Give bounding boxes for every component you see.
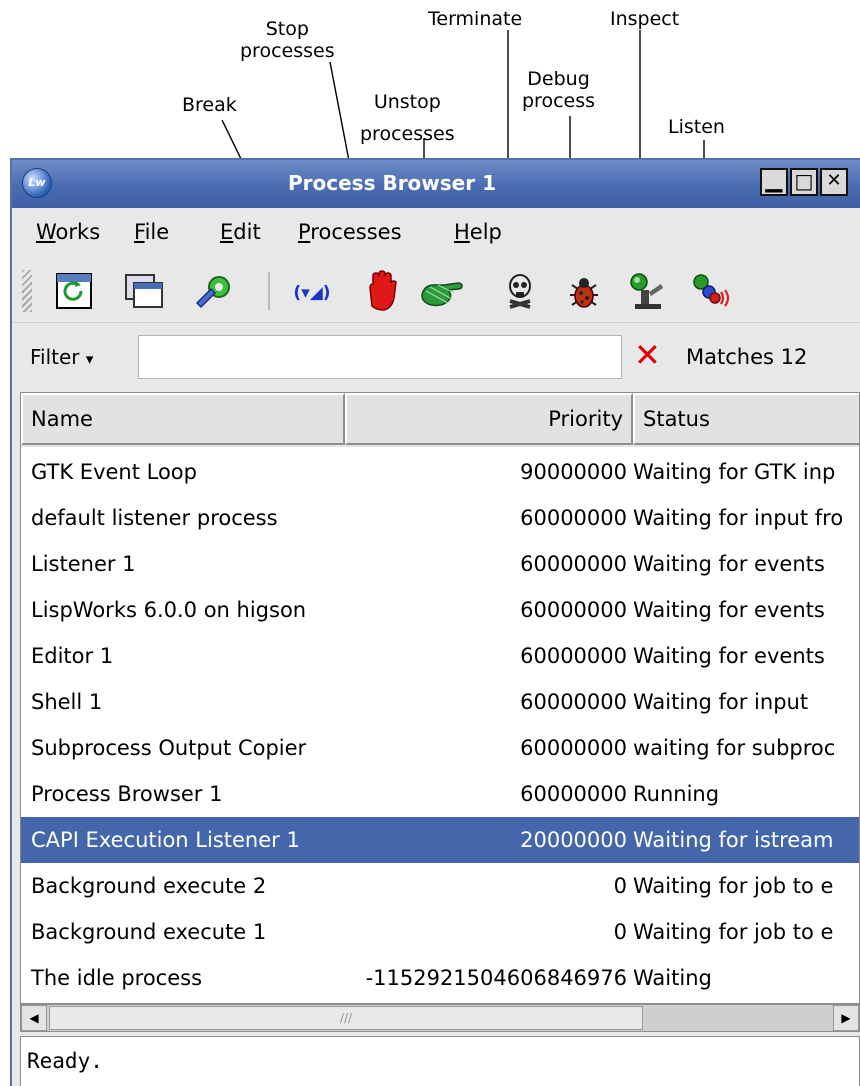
minimize-button[interactable]: ▁ <box>760 168 788 196</box>
maximize-button[interactable]: □ <box>790 168 818 196</box>
scrollbar-thumb[interactable]: /// <box>49 1006 643 1030</box>
break-button[interactable]: (▾◢) <box>288 268 336 314</box>
table-row[interactable]: The idle process -1152921504606846976 Wait… <box>21 955 859 1001</box>
inspect-button[interactable] <box>624 268 672 314</box>
window-icon <box>125 274 163 308</box>
table-row[interactable]: LispWorks 6.0.0 on higson 60000000 Waiting… <box>21 587 859 633</box>
process-status: Waiting for events <box>633 598 825 622</box>
process-status: Waiting for events <box>633 552 825 576</box>
process-priority: 90000000 <box>520 460 627 484</box>
process-status: Waiting <box>633 966 712 990</box>
svg-text:(▾◢): (▾◢) <box>293 283 330 303</box>
filter-label: Filter <box>30 345 80 369</box>
process-priority: 60000000 <box>520 644 627 668</box>
table-row[interactable]: Editor 1 60000000 Waiting for events <box>21 633 859 679</box>
unstop-hand-icon <box>421 282 463 307</box>
process-priority: 60000000 <box>520 690 627 714</box>
callout-break: Break <box>182 94 237 116</box>
callout-inspect: Inspect <box>610 8 680 30</box>
toolbar-grip[interactable] <box>22 270 32 312</box>
process-status: Waiting for job to e <box>633 920 834 944</box>
inspect-icon <box>630 273 663 309</box>
debug-process-button[interactable] <box>560 268 608 314</box>
process-priority: -1152921504606846976 <box>365 966 627 990</box>
process-priority: 20000000 <box>520 828 627 852</box>
window-button[interactable] <box>120 268 168 314</box>
callout-debug-process: Debug process <box>522 68 596 112</box>
table-row[interactable]: Background execute 1 0 Waiting for job to … <box>21 909 859 955</box>
chevron-down-icon: ▾ <box>85 350 94 368</box>
process-status: Waiting for input <box>633 690 809 714</box>
process-table: Name Priority Status GTK Event Loop 90000… <box>20 392 860 1004</box>
refresh-icon <box>56 273 92 309</box>
table-row[interactable]: Listener 1 60000000 Waiting for events <box>21 541 859 587</box>
process-priority: 0 <box>613 920 627 944</box>
refresh-button[interactable] <box>50 268 98 314</box>
process-priority: 0 <box>613 874 627 898</box>
process-status: Waiting for job to e <box>633 874 834 898</box>
table-row[interactable]: Subprocess Output Copier 60000000 waiting … <box>21 725 859 771</box>
lispworks-app-icon[interactable]: Lw <box>22 168 52 198</box>
preferences-icon <box>195 276 230 309</box>
stop-processes-button[interactable] <box>358 268 406 314</box>
horizontal-scrollbar[interactable]: ◀ /// ▶ <box>20 1004 860 1032</box>
debug-bug-icon <box>570 278 598 308</box>
process-status: Waiting for istream <box>633 828 834 852</box>
column-header-status[interactable]: Status <box>633 393 859 445</box>
window-title: Process Browser 1 <box>288 171 496 195</box>
close-button[interactable]: ✕ <box>820 168 848 196</box>
listen-icon <box>693 274 730 307</box>
table-row[interactable]: default listener process 60000000 Waiting … <box>21 495 859 541</box>
filter-bar: Filter ▾ ✕ Matches 12 <box>12 322 860 391</box>
process-status: Waiting for GTK inp <box>633 460 836 484</box>
unstop-processes-button[interactable] <box>418 268 466 314</box>
process-priority: 60000000 <box>520 506 627 530</box>
table-row[interactable]: CAPI Execution Listener 1 20000000 Waiting… <box>21 817 859 863</box>
preferences-button[interactable] <box>190 268 238 314</box>
table-header: Name Priority Status <box>21 393 859 447</box>
menu-works[interactable]: Works <box>36 220 100 244</box>
table-row[interactable]: Process Browser 1 60000000 Running <box>21 771 859 817</box>
process-priority: 60000000 <box>520 552 627 576</box>
matches-count: Matches 12 <box>686 345 808 369</box>
menu-edit[interactable]: Edit <box>220 220 261 244</box>
filter-input[interactable] <box>138 335 622 379</box>
listen-button[interactable] <box>688 268 736 314</box>
menu-file[interactable]: File <box>134 220 169 244</box>
process-status: waiting for subproc <box>633 736 836 760</box>
process-priority: 60000000 <box>520 736 627 760</box>
menu-processes[interactable]: Processes <box>298 220 402 244</box>
callout-stop-processes: Stop processes <box>240 18 335 62</box>
scroll-right-icon[interactable]: ▶ <box>833 1005 859 1031</box>
callout-terminate: Terminate <box>428 8 523 30</box>
table-row[interactable]: Shell 1 60000000 Waiting for input <box>21 679 859 725</box>
break-icon: (▾◢) <box>293 283 330 303</box>
stop-hand-icon <box>369 270 397 311</box>
process-status: Waiting for input fro <box>633 506 844 530</box>
status-bar: Ready. <box>20 1036 860 1086</box>
menu-bar: Works File Edit Processes Help <box>12 208 860 258</box>
toolbar: (▾◢) <box>12 258 860 322</box>
table-row[interactable]: Background execute 2 0 Waiting for job to … <box>21 863 859 909</box>
menu-help[interactable]: Help <box>454 220 502 244</box>
table-row[interactable]: GTK Event Loop 90000000 Waiting for GTK in… <box>21 449 859 495</box>
scroll-left-icon[interactable]: ◀ <box>21 1005 47 1031</box>
filter-dropdown[interactable]: Filter ▾ <box>20 337 130 377</box>
callout-listen: Listen <box>668 116 725 138</box>
process-priority: 60000000 <box>520 598 627 622</box>
terminate-skull-icon <box>509 274 531 309</box>
process-priority: 60000000 <box>520 782 627 806</box>
title-bar[interactable]: Lw Process Browser 1 ▁ □ ✕ <box>12 160 860 208</box>
process-browser-window: Lw Process Browser 1 ▁ □ ✕ Works File Ed… <box>10 158 860 1086</box>
clear-filter-icon[interactable]: ✕ <box>634 337 661 373</box>
process-status: Running <box>633 782 720 806</box>
table-body: GTK Event Loop 90000000 Waiting for GTK in… <box>21 449 859 1001</box>
callout-unstop-processes: Unstop processes <box>360 91 455 145</box>
toolbar-separator <box>268 272 270 310</box>
process-status: Waiting for events <box>633 644 825 668</box>
column-header-name[interactable]: Name <box>21 393 345 445</box>
terminate-button[interactable] <box>496 268 544 314</box>
column-header-priority[interactable]: Priority <box>345 393 633 445</box>
